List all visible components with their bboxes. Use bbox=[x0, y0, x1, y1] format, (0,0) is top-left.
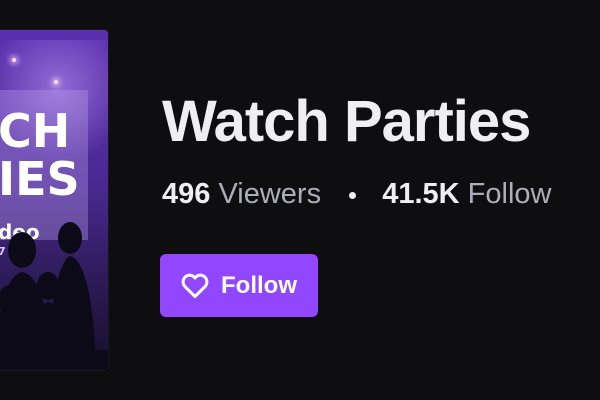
box-art-text: CH bbox=[0, 104, 71, 158]
sparkle bbox=[12, 58, 16, 62]
category-header: CH IES deo 7 Watch Parties 496 Viewers 4… bbox=[0, 0, 600, 400]
follower-count: 41.5K bbox=[382, 178, 460, 210]
crowd-silhouette-icon bbox=[0, 222, 108, 370]
category-box-art[interactable]: CH IES deo 7 bbox=[0, 30, 108, 370]
category-stats: 496 Viewers 41.5K Follow bbox=[162, 178, 551, 211]
separator-dot bbox=[349, 191, 357, 199]
follower-label: Follow bbox=[467, 178, 552, 210]
heart-icon bbox=[181, 273, 209, 299]
follow-button[interactable]: Follow bbox=[160, 254, 318, 317]
viewer-label: Viewers bbox=[218, 178, 322, 210]
category-title: Watch Parties bbox=[162, 89, 531, 154]
follow-button-label: Follow bbox=[221, 271, 297, 299]
box-art-text: IES bbox=[0, 152, 80, 206]
sparkle bbox=[54, 80, 58, 84]
viewer-count: 496 bbox=[162, 178, 211, 210]
